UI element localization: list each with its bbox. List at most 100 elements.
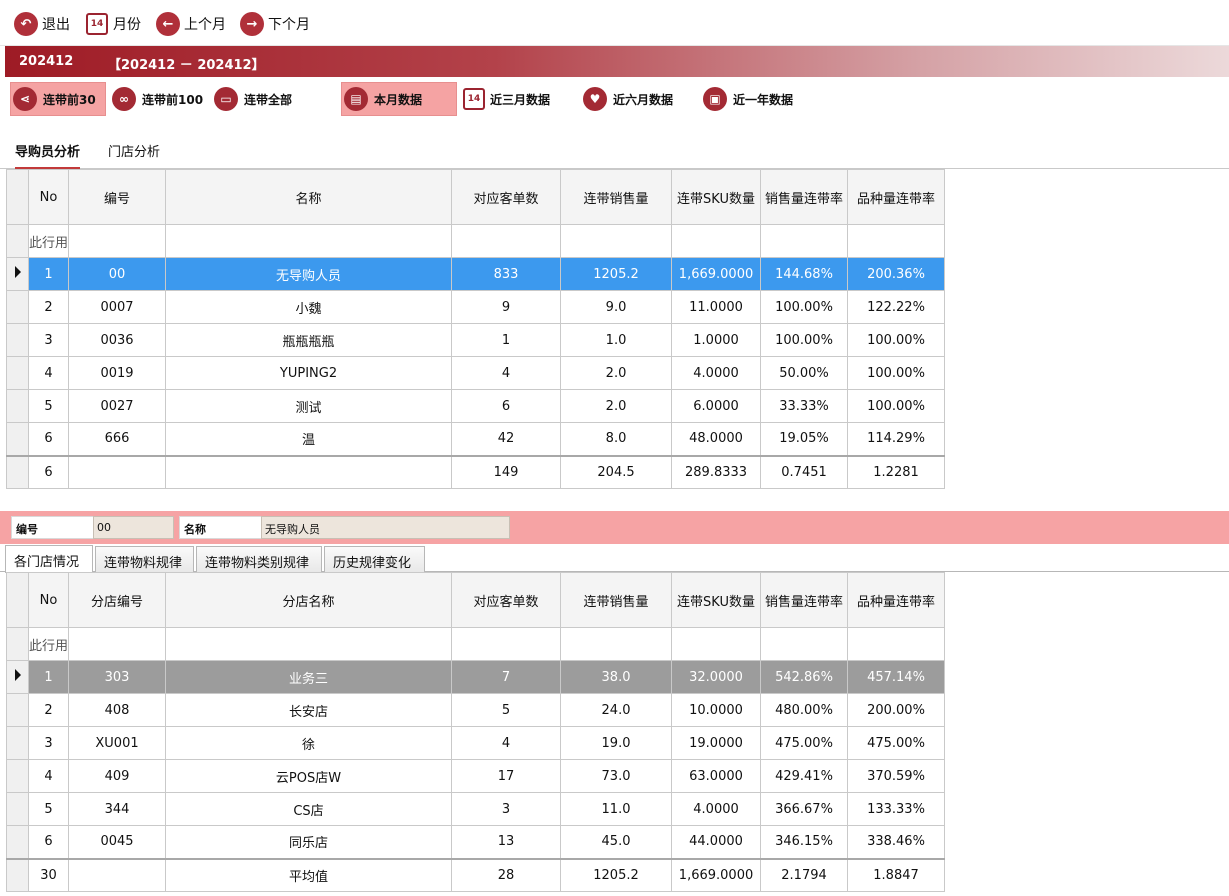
table-cell[interactable]: 0007 <box>68 290 167 324</box>
table-cell[interactable]: 无导购人员 <box>165 257 453 291</box>
row-indicator[interactable] <box>6 290 29 324</box>
table-cell[interactable]: 同乐店 <box>165 825 453 859</box>
table-cell[interactable]: 2 <box>27 693 70 727</box>
table-cell[interactable]: 5 <box>451 693 562 727</box>
table-row[interactable]: 5 0027 测试 6 2.0 6.0000 33.33% 100.00% <box>6 389 946 423</box>
six-months-button[interactable]: ♥ 近六月数据 <box>581 82 697 116</box>
table-row[interactable]: 5 344 CS店 3 11.0 4.0000 366.67% 133.33% <box>6 792 946 826</box>
row-indicator[interactable] <box>6 257 29 291</box>
row-indicator[interactable] <box>6 422 29 456</box>
table-cell[interactable]: XU001 <box>68 726 167 760</box>
column-header[interactable]: 品种量连带率 <box>847 169 946 225</box>
table-row[interactable]: 4 0019 YUPING2 4 2.0 4.0000 50.00% 100.00% <box>6 356 946 390</box>
filter-cell[interactable]: 此行用 <box>27 627 70 661</box>
column-header[interactable]: 编号 <box>68 169 167 225</box>
table-cell[interactable]: 1.0000 <box>671 323 762 357</box>
table-cell[interactable]: 4 <box>451 356 562 390</box>
table-cell[interactable]: 2 <box>27 290 70 324</box>
table-cell[interactable]: 6 <box>451 389 562 423</box>
filter-cell[interactable] <box>760 224 849 258</box>
table-cell[interactable]: 测试 <box>165 389 453 423</box>
table-row[interactable]: 2 0007 小魏 9 9.0 11.0000 100.00% 122.22% <box>6 290 946 324</box>
table-cell[interactable]: 3 <box>27 323 70 357</box>
table-cell[interactable]: 100.00% <box>847 356 946 390</box>
column-header[interactable]: 分店编号 <box>68 572 167 628</box>
filter-row[interactable]: 此行用 <box>6 224 946 258</box>
table-cell[interactable]: 13 <box>451 825 562 859</box>
table-cell[interactable]: 0045 <box>68 825 167 859</box>
table-cell[interactable]: 38.0 <box>560 660 673 694</box>
table-cell[interactable]: 370.59% <box>847 759 946 793</box>
table-cell[interactable]: 1,669.0000 <box>671 257 762 291</box>
table-cell[interactable]: 666 <box>68 422 167 456</box>
filter-cell[interactable] <box>847 224 946 258</box>
table-cell[interactable]: 833 <box>451 257 562 291</box>
exit-button[interactable]: ↶ 退出 <box>14 11 70 37</box>
table-cell[interactable]: 4 <box>451 726 562 760</box>
table-cell[interactable]: CS店 <box>165 792 453 826</box>
table-row[interactable]: 3 XU001 徐 4 19.0 19.0000 475.00% 475.00% <box>6 726 946 760</box>
table-cell[interactable]: 366.67% <box>760 792 849 826</box>
filter-cell[interactable] <box>165 627 453 661</box>
filter-cell[interactable] <box>560 627 673 661</box>
table-cell[interactable]: 1 <box>451 323 562 357</box>
table-cell[interactable]: 19.0000 <box>671 726 762 760</box>
column-header[interactable]: 销售量连带率 <box>760 572 849 628</box>
filter-row[interactable]: 此行用 <box>6 627 946 661</box>
table-cell[interactable]: 100.00% <box>847 389 946 423</box>
table-cell[interactable]: 瓶瓶瓶瓶 <box>165 323 453 357</box>
top30-button[interactable]: ⋖ 连带前30 <box>10 82 106 116</box>
table-cell[interactable]: 480.00% <box>760 693 849 727</box>
table-cell[interactable]: 200.36% <box>847 257 946 291</box>
one-year-button[interactable]: ▣ 近一年数据 <box>701 82 817 116</box>
column-header[interactable]: 对应客单数 <box>451 572 562 628</box>
table-row[interactable]: 6 0045 同乐店 13 45.0 44.0000 346.15% 338.46% <box>6 825 946 859</box>
column-header[interactable]: 销售量连带率 <box>760 169 849 225</box>
row-indicator[interactable] <box>6 825 29 859</box>
table-row[interactable]: 2 408 长安店 5 24.0 10.0000 480.00% 200.00% <box>6 693 946 727</box>
filter-cell[interactable]: 此行用 <box>27 224 70 258</box>
table-cell[interactable]: 业务三 <box>165 660 453 694</box>
table-cell[interactable]: YUPING2 <box>165 356 453 390</box>
tab-store-status[interactable]: 各门店情况 <box>5 545 93 573</box>
table-cell[interactable]: 0019 <box>68 356 167 390</box>
filter-cell[interactable] <box>847 627 946 661</box>
row-indicator[interactable] <box>6 792 29 826</box>
table-cell[interactable]: 4.0000 <box>671 356 762 390</box>
table-cell[interactable]: 45.0 <box>560 825 673 859</box>
filter-cell[interactable] <box>68 627 167 661</box>
table-cell[interactable]: 475.00% <box>847 726 946 760</box>
table-cell[interactable]: 19.0 <box>560 726 673 760</box>
table-cell[interactable]: 00 <box>68 257 167 291</box>
filter-cell[interactable] <box>165 224 453 258</box>
table-cell[interactable]: 2.0 <box>560 389 673 423</box>
row-indicator[interactable] <box>6 356 29 390</box>
table-cell[interactable]: 50.00% <box>760 356 849 390</box>
table-cell[interactable]: 42 <box>451 422 562 456</box>
table-cell[interactable]: 1.0 <box>560 323 673 357</box>
tab-history-change[interactable]: 历史规律变化 <box>324 546 425 572</box>
table-row[interactable]: 3 0036 瓶瓶瓶瓶 1 1.0 1.0000 100.00% 100.00% <box>6 323 946 357</box>
table-cell[interactable]: 200.00% <box>847 693 946 727</box>
table-row[interactable]: 1 00 无导购人员 833 1205.2 1,669.0000 144.68% 200.36… <box>6 257 946 291</box>
table-cell[interactable]: 63.0000 <box>671 759 762 793</box>
table-cell[interactable]: 19.05% <box>760 422 849 456</box>
prev-month-button[interactable]: ← 上个月 <box>156 11 226 37</box>
column-header[interactable]: No <box>27 169 70 225</box>
table-cell[interactable]: 409 <box>68 759 167 793</box>
tab-guide-analysis[interactable]: 导购员分析 <box>15 141 81 169</box>
filter-cell[interactable] <box>560 224 673 258</box>
row-indicator[interactable] <box>6 726 29 760</box>
column-header[interactable]: 连带销售量 <box>560 572 673 628</box>
row-indicator[interactable] <box>6 759 29 793</box>
row-indicator[interactable] <box>6 323 29 357</box>
table-cell[interactable]: 144.68% <box>760 257 849 291</box>
table-cell[interactable]: 1 <box>27 257 70 291</box>
table-cell[interactable]: 6 <box>27 825 70 859</box>
filter-cell[interactable] <box>68 224 167 258</box>
table-row[interactable]: 1 303 业务三 7 38.0 32.0000 542.86% 457.14% <box>6 660 946 694</box>
column-header[interactable]: 品种量连带率 <box>847 572 946 628</box>
column-header[interactable]: 连带销售量 <box>560 169 673 225</box>
table-cell[interactable]: 8.0 <box>560 422 673 456</box>
filter-cell[interactable] <box>671 224 762 258</box>
